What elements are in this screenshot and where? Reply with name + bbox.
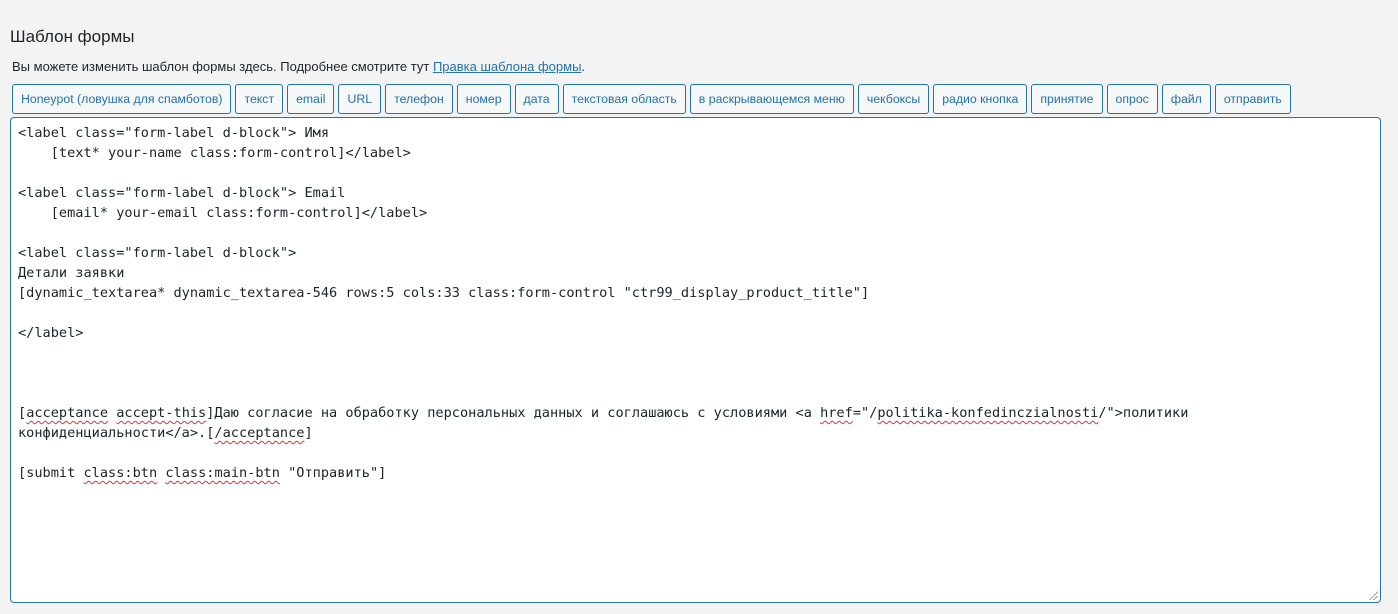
spellcheck-word: href	[820, 405, 853, 421]
tag-button-select[interactable]: в раскрывающемся меню	[689, 84, 854, 114]
editor-line: [email* your-email class:form-control]</…	[18, 205, 428, 221]
tag-button-acceptance[interactable]: принятие	[1031, 84, 1103, 114]
edit-template-link[interactable]: Правка шаблона формы	[433, 59, 581, 74]
tag-button-textarea[interactable]: текстовая область	[562, 84, 686, 114]
description-text: Вы можете изменить шаблон формы здесь. П…	[12, 59, 433, 74]
editor-line: </label>	[18, 325, 84, 341]
spellcheck-word: class:main-btn	[165, 465, 280, 481]
tag-button-quiz[interactable]: опрос	[1106, 84, 1158, 114]
editor-line: <label class="form-label d-block"> Email	[18, 185, 346, 201]
editor-line: <label class="form-label d-block">	[18, 245, 297, 261]
editor-line: ​	[18, 163, 1373, 183]
editor-line: ​	[18, 363, 1373, 383]
tag-button-url[interactable]: URL	[338, 84, 382, 114]
form-template-editor[interactable]: <label class="form-label d-block"> Имя […	[10, 117, 1381, 603]
editor-line: [acceptance accept-this]Даю согласие на …	[18, 405, 1197, 441]
tag-button-checkbox[interactable]: чекбоксы	[857, 84, 930, 114]
section-title: Шаблон формы	[10, 27, 135, 46]
editor-line: ​	[18, 443, 1373, 463]
spellcheck-word: class:btn	[83, 465, 158, 481]
editor-line: ​	[18, 303, 1373, 323]
tag-button-submit[interactable]: отправить	[1214, 84, 1291, 114]
editor-line: ​	[18, 343, 1373, 363]
editor-line: [text* your-name class:form-control]</la…	[18, 145, 411, 161]
tag-button-honeypot[interactable]: Honeypot (ловушка для спамботов)	[12, 84, 232, 114]
tag-button-email[interactable]: email	[287, 84, 335, 114]
description-suffix: .	[581, 59, 586, 74]
editor-line: ​	[18, 223, 1373, 243]
tag-button-tel[interactable]: телефон	[385, 84, 453, 114]
editor-line: Детали заявки	[18, 265, 125, 281]
tag-generator-toolbar: Honeypot (ловушка для спамботов) текст e…	[12, 84, 1291, 114]
tag-button-file[interactable]: файл	[1161, 84, 1211, 114]
form-template-panel: Шаблон формы Вы можете изменить шаблон ф…	[0, 0, 1398, 614]
spellcheck-word: acceptance	[26, 405, 109, 421]
resize-handle-icon[interactable]	[1368, 590, 1378, 600]
editor-line: <label class="form-label d-block"> Имя	[18, 125, 329, 141]
tag-button-radio[interactable]: радио кнопка	[933, 84, 1028, 114]
tag-button-number[interactable]: номер	[456, 84, 511, 114]
editor-line: [dynamic_textarea* dynamic_textarea-546 …	[18, 285, 870, 301]
editor-line: [submit class:btn class:main-btn "Отправ…	[18, 465, 387, 481]
spellcheck-word: accept-this	[116, 405, 207, 421]
tag-button-text[interactable]: текст	[235, 84, 284, 114]
spellcheck-word: politika-konfedinczialnosti	[877, 405, 1099, 421]
tag-button-date[interactable]: дата	[514, 84, 559, 114]
editor-line: ​	[18, 383, 1373, 403]
section-description: Вы можете изменить шаблон формы здесь. П…	[12, 59, 585, 75]
spellcheck-word: /acceptance	[214, 425, 305, 441]
